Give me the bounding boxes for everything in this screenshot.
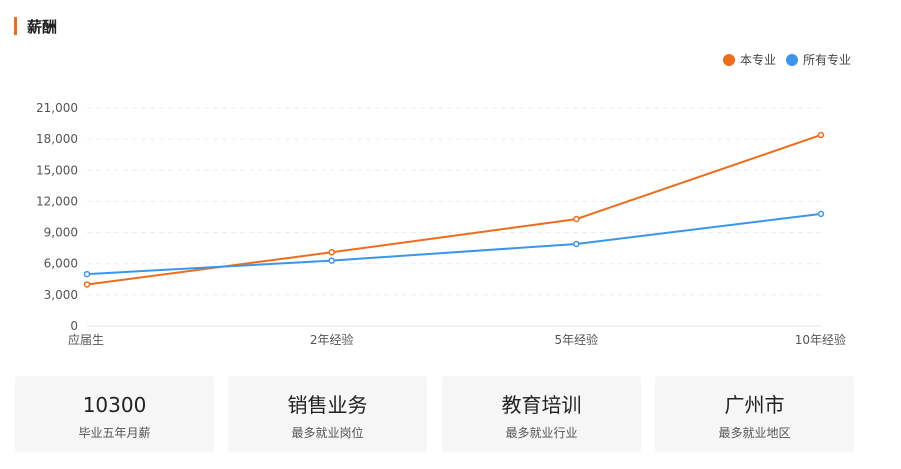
stat-card-top-region: 广州市 最多就业地区 bbox=[655, 376, 854, 452]
stat-card-top-industry: 教育培训 最多就业行业 bbox=[442, 376, 641, 452]
y-tick-label: 18,000 bbox=[36, 132, 78, 146]
data-point bbox=[328, 249, 335, 256]
data-point bbox=[817, 210, 825, 218]
data-point bbox=[817, 131, 825, 139]
stat-value: 广州市 bbox=[724, 393, 785, 417]
y-tick-label: 12,000 bbox=[36, 194, 78, 208]
data-point bbox=[573, 240, 580, 248]
stat-card-top-position: 销售业务 最多就业岗位 bbox=[228, 376, 427, 452]
stat-label: 毕业五年月薪 bbox=[78, 426, 151, 440]
data-point bbox=[328, 257, 335, 264]
stat-label: 最多就业岗位 bbox=[291, 426, 364, 440]
y-tick-label: 3,000 bbox=[44, 288, 78, 302]
stats-cards: 10300 毕业五年月薪 销售业务 最多就业岗位 教育培训 最多就业行业 广州市… bbox=[15, 376, 855, 452]
stat-value: 教育培训 bbox=[501, 393, 582, 417]
stat-card-monthly-salary: 10300 毕业五年月薪 bbox=[15, 376, 214, 452]
data-point bbox=[83, 281, 91, 288]
data-point bbox=[573, 215, 580, 223]
y-tick-label: 0 bbox=[70, 319, 78, 333]
data-point bbox=[83, 270, 91, 278]
x-tick-label: 2年经验 bbox=[310, 332, 354, 347]
x-tick-label: 应届生 bbox=[68, 332, 104, 347]
y-tick-label: 9,000 bbox=[44, 226, 78, 240]
y-tick-label: 21,000 bbox=[36, 101, 78, 115]
series-line-major bbox=[86, 134, 822, 286]
y-tick-label: 15,000 bbox=[36, 163, 78, 177]
series-line-all bbox=[86, 212, 822, 276]
x-tick-label: 10年经验 bbox=[795, 332, 846, 347]
salary-line-chart: 0 3,000 6,000 9,000 12,000 15,000 18,000 21,000… bbox=[36, 101, 846, 347]
stat-value: 销售业务 bbox=[287, 393, 368, 417]
y-tick-label: 6,000 bbox=[44, 257, 78, 271]
stat-value: 10300 bbox=[82, 393, 147, 417]
stat-label: 最多就业行业 bbox=[505, 426, 578, 440]
stat-label: 最多就业地区 bbox=[718, 426, 791, 440]
x-tick-label: 5年经验 bbox=[555, 332, 599, 347]
